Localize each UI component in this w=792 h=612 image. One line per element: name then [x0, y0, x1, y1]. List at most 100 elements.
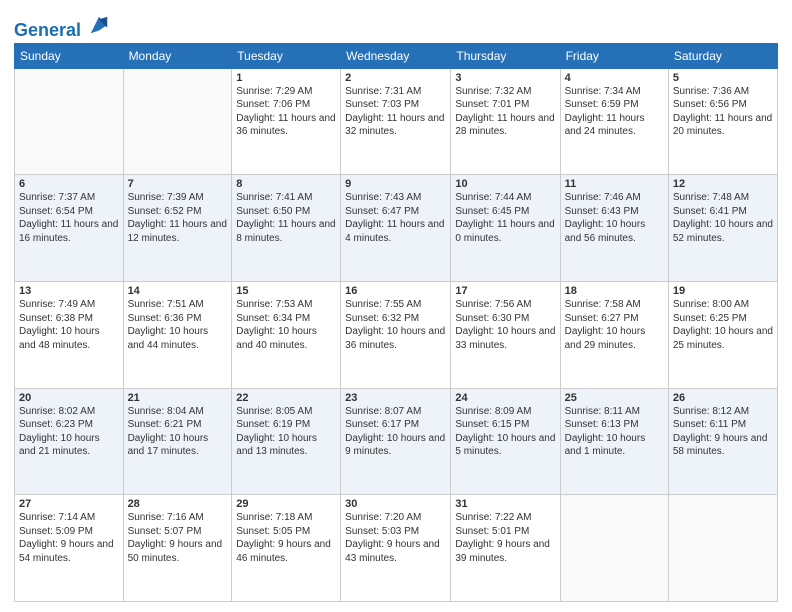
day-number: 8	[236, 178, 336, 190]
day-number: 5	[673, 72, 773, 84]
day-number: 17	[455, 285, 555, 297]
calendar-cell: 17Sunrise: 7:56 AM Sunset: 6:30 PM Dayli…	[451, 282, 560, 389]
day-info: Sunrise: 8:02 AM Sunset: 6:23 PM Dayligh…	[19, 405, 119, 459]
logo-text: General	[14, 14, 110, 41]
calendar-cell: 15Sunrise: 7:53 AM Sunset: 6:34 PM Dayli…	[232, 282, 341, 389]
day-info: Sunrise: 7:37 AM Sunset: 6:54 PM Dayligh…	[19, 191, 119, 245]
weekday-header-sunday: Sunday	[15, 43, 124, 68]
day-number: 29	[236, 498, 336, 510]
calendar-week-3: 13Sunrise: 7:49 AM Sunset: 6:38 PM Dayli…	[15, 282, 778, 389]
calendar-cell: 7Sunrise: 7:39 AM Sunset: 6:52 PM Daylig…	[123, 175, 232, 282]
day-number: 27	[19, 498, 119, 510]
day-number: 9	[345, 178, 446, 190]
day-info: Sunrise: 8:04 AM Sunset: 6:21 PM Dayligh…	[128, 405, 228, 459]
day-info: Sunrise: 7:51 AM Sunset: 6:36 PM Dayligh…	[128, 298, 228, 352]
day-number: 10	[455, 178, 555, 190]
day-number: 24	[455, 392, 555, 404]
day-number: 23	[345, 392, 446, 404]
day-info: Sunrise: 7:49 AM Sunset: 6:38 PM Dayligh…	[19, 298, 119, 352]
calendar-cell: 20Sunrise: 8:02 AM Sunset: 6:23 PM Dayli…	[15, 388, 124, 495]
day-number: 19	[673, 285, 773, 297]
calendar-cell: 12Sunrise: 7:48 AM Sunset: 6:41 PM Dayli…	[668, 175, 777, 282]
day-number: 28	[128, 498, 228, 510]
calendar-cell: 16Sunrise: 7:55 AM Sunset: 6:32 PM Dayli…	[341, 282, 451, 389]
day-info: Sunrise: 7:53 AM Sunset: 6:34 PM Dayligh…	[236, 298, 336, 352]
logo-general: General	[14, 20, 81, 40]
weekday-header-friday: Friday	[560, 43, 668, 68]
calendar-cell: 25Sunrise: 8:11 AM Sunset: 6:13 PM Dayli…	[560, 388, 668, 495]
calendar-cell: 27Sunrise: 7:14 AM Sunset: 5:09 PM Dayli…	[15, 495, 124, 602]
header: General	[14, 10, 778, 37]
calendar-cell: 31Sunrise: 7:22 AM Sunset: 5:01 PM Dayli…	[451, 495, 560, 602]
day-info: Sunrise: 7:22 AM Sunset: 5:01 PM Dayligh…	[455, 511, 555, 565]
page: General SundayMondayTuesdayWednesdayThur…	[0, 0, 792, 612]
day-info: Sunrise: 7:29 AM Sunset: 7:06 PM Dayligh…	[236, 85, 336, 139]
day-number: 1	[236, 72, 336, 84]
day-info: Sunrise: 7:34 AM Sunset: 6:59 PM Dayligh…	[565, 85, 664, 139]
calendar-header-row: SundayMondayTuesdayWednesdayThursdayFrid…	[15, 43, 778, 68]
day-info: Sunrise: 8:11 AM Sunset: 6:13 PM Dayligh…	[565, 405, 664, 459]
calendar-cell: 10Sunrise: 7:44 AM Sunset: 6:45 PM Dayli…	[451, 175, 560, 282]
day-info: Sunrise: 7:32 AM Sunset: 7:01 PM Dayligh…	[455, 85, 555, 139]
day-info: Sunrise: 7:36 AM Sunset: 6:56 PM Dayligh…	[673, 85, 773, 139]
day-number: 26	[673, 392, 773, 404]
calendar-cell: 29Sunrise: 7:18 AM Sunset: 5:05 PM Dayli…	[232, 495, 341, 602]
calendar-week-2: 6Sunrise: 7:37 AM Sunset: 6:54 PM Daylig…	[15, 175, 778, 282]
weekday-header-thursday: Thursday	[451, 43, 560, 68]
day-number: 6	[19, 178, 119, 190]
calendar-cell: 4Sunrise: 7:34 AM Sunset: 6:59 PM Daylig…	[560, 68, 668, 175]
day-number: 14	[128, 285, 228, 297]
calendar-cell: 30Sunrise: 7:20 AM Sunset: 5:03 PM Dayli…	[341, 495, 451, 602]
day-number: 11	[565, 178, 664, 190]
calendar-cell: 5Sunrise: 7:36 AM Sunset: 6:56 PM Daylig…	[668, 68, 777, 175]
day-info: Sunrise: 7:20 AM Sunset: 5:03 PM Dayligh…	[345, 511, 446, 565]
day-info: Sunrise: 7:48 AM Sunset: 6:41 PM Dayligh…	[673, 191, 773, 245]
calendar-cell: 24Sunrise: 8:09 AM Sunset: 6:15 PM Dayli…	[451, 388, 560, 495]
day-info: Sunrise: 7:41 AM Sunset: 6:50 PM Dayligh…	[236, 191, 336, 245]
calendar-cell: 18Sunrise: 7:58 AM Sunset: 6:27 PM Dayli…	[560, 282, 668, 389]
day-info: Sunrise: 8:12 AM Sunset: 6:11 PM Dayligh…	[673, 405, 773, 459]
calendar-cell	[560, 495, 668, 602]
day-info: Sunrise: 7:16 AM Sunset: 5:07 PM Dayligh…	[128, 511, 228, 565]
day-info: Sunrise: 8:05 AM Sunset: 6:19 PM Dayligh…	[236, 405, 336, 459]
calendar-cell: 2Sunrise: 7:31 AM Sunset: 7:03 PM Daylig…	[341, 68, 451, 175]
day-info: Sunrise: 7:31 AM Sunset: 7:03 PM Dayligh…	[345, 85, 446, 139]
day-info: Sunrise: 8:00 AM Sunset: 6:25 PM Dayligh…	[673, 298, 773, 352]
calendar-cell: 14Sunrise: 7:51 AM Sunset: 6:36 PM Dayli…	[123, 282, 232, 389]
day-info: Sunrise: 7:46 AM Sunset: 6:43 PM Dayligh…	[565, 191, 664, 245]
calendar-cell: 26Sunrise: 8:12 AM Sunset: 6:11 PM Dayli…	[668, 388, 777, 495]
day-number: 18	[565, 285, 664, 297]
calendar-week-4: 20Sunrise: 8:02 AM Sunset: 6:23 PM Dayli…	[15, 388, 778, 495]
calendar-week-5: 27Sunrise: 7:14 AM Sunset: 5:09 PM Dayli…	[15, 495, 778, 602]
day-number: 13	[19, 285, 119, 297]
day-number: 12	[673, 178, 773, 190]
calendar-cell: 3Sunrise: 7:32 AM Sunset: 7:01 PM Daylig…	[451, 68, 560, 175]
day-number: 15	[236, 285, 336, 297]
calendar-cell: 1Sunrise: 7:29 AM Sunset: 7:06 PM Daylig…	[232, 68, 341, 175]
calendar-table: SundayMondayTuesdayWednesdayThursdayFrid…	[14, 43, 778, 602]
day-number: 31	[455, 498, 555, 510]
calendar-week-1: 1Sunrise: 7:29 AM Sunset: 7:06 PM Daylig…	[15, 68, 778, 175]
weekday-header-wednesday: Wednesday	[341, 43, 451, 68]
day-info: Sunrise: 8:09 AM Sunset: 6:15 PM Dayligh…	[455, 405, 555, 459]
calendar-cell	[15, 68, 124, 175]
day-number: 20	[19, 392, 119, 404]
calendar-cell: 28Sunrise: 7:16 AM Sunset: 5:07 PM Dayli…	[123, 495, 232, 602]
weekday-header-monday: Monday	[123, 43, 232, 68]
day-info: Sunrise: 7:44 AM Sunset: 6:45 PM Dayligh…	[455, 191, 555, 245]
day-number: 3	[455, 72, 555, 84]
day-number: 22	[236, 392, 336, 404]
day-number: 7	[128, 178, 228, 190]
day-info: Sunrise: 7:56 AM Sunset: 6:30 PM Dayligh…	[455, 298, 555, 352]
day-number: 2	[345, 72, 446, 84]
day-info: Sunrise: 7:18 AM Sunset: 5:05 PM Dayligh…	[236, 511, 336, 565]
calendar-cell: 19Sunrise: 8:00 AM Sunset: 6:25 PM Dayli…	[668, 282, 777, 389]
day-number: 21	[128, 392, 228, 404]
calendar-cell: 22Sunrise: 8:05 AM Sunset: 6:19 PM Dayli…	[232, 388, 341, 495]
day-info: Sunrise: 7:39 AM Sunset: 6:52 PM Dayligh…	[128, 191, 228, 245]
calendar-cell: 9Sunrise: 7:43 AM Sunset: 6:47 PM Daylig…	[341, 175, 451, 282]
calendar-cell: 11Sunrise: 7:46 AM Sunset: 6:43 PM Dayli…	[560, 175, 668, 282]
day-info: Sunrise: 7:55 AM Sunset: 6:32 PM Dayligh…	[345, 298, 446, 352]
logo: General	[14, 14, 110, 37]
weekday-header-saturday: Saturday	[668, 43, 777, 68]
